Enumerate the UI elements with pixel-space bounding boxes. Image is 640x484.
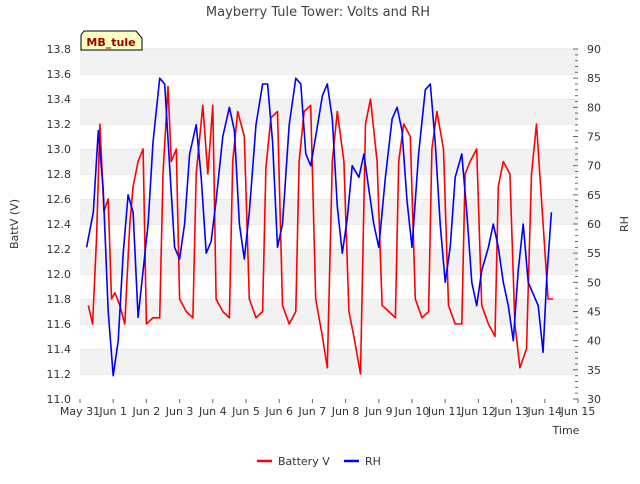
- y-left-tick-label: 13.6: [47, 68, 72, 81]
- y-right-tick-label: 75: [587, 131, 601, 144]
- y-left-tick-label: 11.4: [47, 343, 72, 356]
- y-right-tick-label: 70: [587, 160, 601, 173]
- y-right-tick-label: 30: [587, 393, 601, 406]
- y-left-tick-label: 11.0: [47, 393, 72, 406]
- grid-band: [80, 224, 578, 249]
- x-tick-label: Jun 14: [526, 405, 562, 418]
- y-left-tick-label: 12.8: [47, 168, 72, 181]
- x-tick-label: Jun 15: [560, 405, 596, 418]
- y-right-tick-label: 55: [587, 247, 601, 260]
- x-tick-label: Jun 4: [198, 405, 227, 418]
- x-tick-label: Jun 7: [298, 405, 327, 418]
- y-left-tick-label: 12.4: [47, 218, 72, 231]
- x-tick-label: Jun 6: [264, 405, 293, 418]
- grid-band: [80, 374, 578, 399]
- station-tag: MB_tule: [80, 30, 143, 51]
- y-left-tick-label: 13.0: [47, 143, 72, 156]
- y-left-tick-label: 13.4: [47, 93, 72, 106]
- x-tick-label: Jun 5: [231, 405, 260, 418]
- grid-band: [80, 49, 578, 74]
- y-axis-left-label: BattV (V): [8, 199, 21, 249]
- x-tick-label: Jun 2: [132, 405, 161, 418]
- grid-band: [80, 349, 578, 374]
- x-tick-label: Jun 9: [364, 405, 393, 418]
- y-right-tick-label: 80: [587, 101, 601, 114]
- x-tick-label: Jun 10: [394, 405, 430, 418]
- y-right-tick-label: 65: [587, 189, 601, 202]
- x-axis-label: Time: [552, 424, 580, 437]
- y-axis-right-label: RH: [618, 216, 631, 232]
- y-left-tick-label: 12.2: [47, 243, 72, 256]
- legend-label-battery: Battery V: [278, 455, 330, 468]
- y-right-tick-label: 40: [587, 335, 601, 348]
- x-tick-label: Jun 3: [165, 405, 194, 418]
- y-left-tick-label: 12.0: [47, 268, 72, 281]
- y-left-tick-label: 11.6: [47, 318, 72, 331]
- grid-band: [80, 174, 578, 199]
- y-right-tick-label: 60: [587, 218, 601, 231]
- x-tick-label: Jun 8: [331, 405, 360, 418]
- x-tick-label: Jun 11: [427, 405, 463, 418]
- station-tag-label: MB_tule: [86, 36, 135, 49]
- x-tick-label: Jun 12: [460, 405, 496, 418]
- y-left-tick-label: 11.8: [47, 293, 72, 306]
- y-right-tick-label: 50: [587, 276, 601, 289]
- y-left-tick-label: 12.6: [47, 193, 72, 206]
- y-left-tick-label: 13.2: [47, 118, 72, 131]
- grid-band: [80, 199, 578, 224]
- chart: May 31 Jun 1 Jun 2 Jun 3 Jun 4 Jun 5 Jun 6 Jun …: [0, 0, 640, 480]
- x-tick-label: Jun 1: [98, 405, 127, 418]
- x-tick-label: May 31: [60, 405, 100, 418]
- x-tick-label: Jun 13: [493, 405, 529, 418]
- legend-label-rh: RH: [365, 455, 381, 468]
- y-right-tick-label: 35: [587, 364, 601, 377]
- y-left-tick-label: 11.2: [47, 368, 72, 381]
- y-axis-left: 11.0 11.2 11.4 11.6 11.8 12.0 12.2 12.4 12.6 12.8…: [47, 43, 72, 406]
- y-right-tick-label: 85: [587, 72, 601, 85]
- y-right-tick-label: 90: [587, 43, 601, 56]
- chart-title: Mayberry Tule Tower: Volts and RH: [206, 5, 430, 20]
- y-right-tick-label: 45: [587, 306, 601, 319]
- y-left-tick-label: 13.8: [47, 43, 72, 56]
